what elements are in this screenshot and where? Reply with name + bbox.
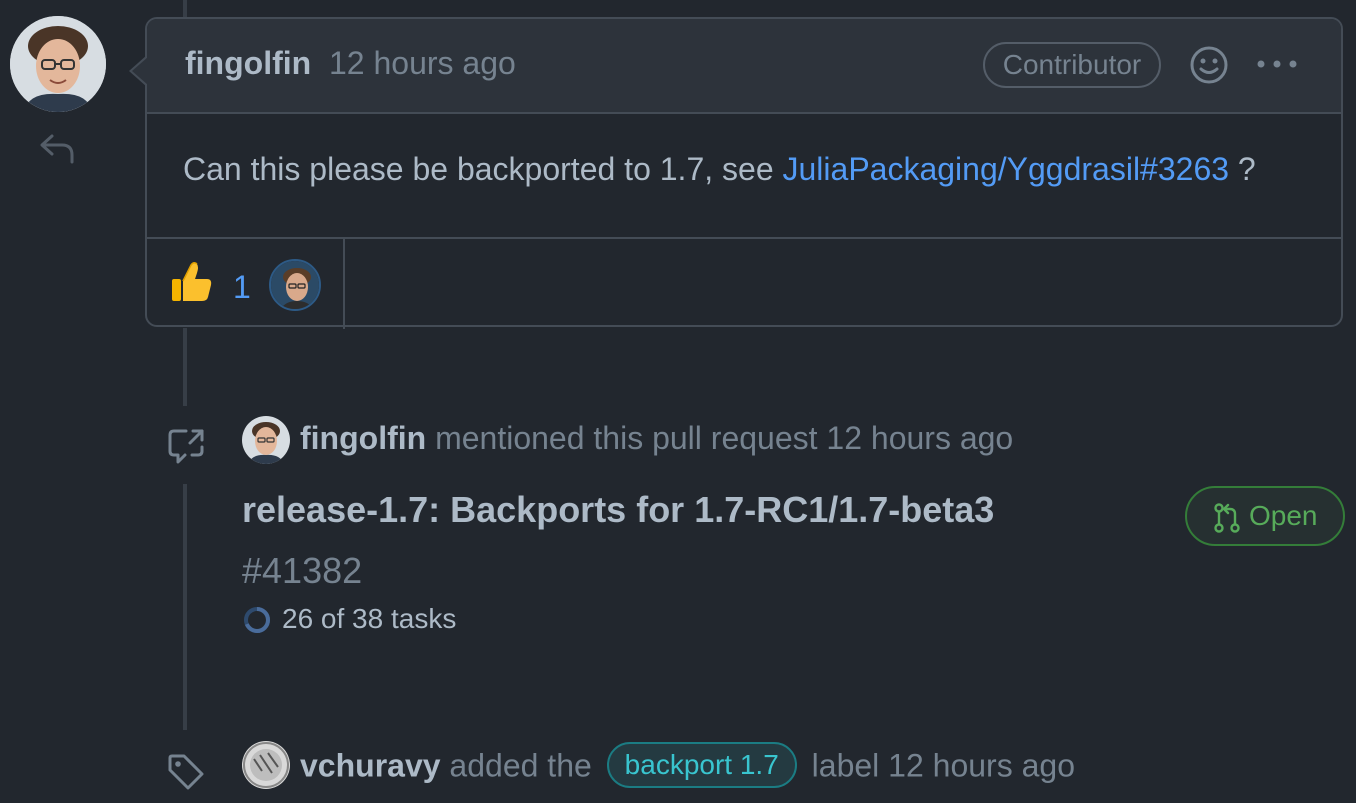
pr-status-text: Open	[1249, 500, 1318, 531]
task-count: 26 of 38 tasks	[282, 603, 457, 634]
task-progress-ring	[244, 607, 270, 633]
label-event-line: vchuravy added the backport 1.7 label 12…	[300, 742, 1075, 791]
comment-timestamp[interactable]: 12 hours ago	[329, 45, 516, 82]
comment-text-end: ?	[1229, 151, 1256, 187]
commenter-avatar[interactable]	[10, 16, 106, 112]
reply-icon[interactable]	[38, 132, 76, 166]
label-action: added the	[449, 747, 592, 784]
issue-link[interactable]: JuliaPackaging/Yggdrasil#3263	[783, 151, 1230, 187]
add-reaction-smiley-icon[interactable]	[1189, 45, 1229, 85]
reactions-divider	[345, 237, 1341, 239]
mention-action: mentioned this pull request	[435, 420, 818, 456]
label-actor-avatar[interactable]	[242, 741, 290, 789]
label-timestamp[interactable]: 12 hours ago	[888, 747, 1075, 783]
cross-reference-icon	[168, 429, 204, 464]
comment-author[interactable]: fingolfin	[185, 45, 311, 82]
pr-title-link[interactable]: release-1.7: Backports for 1.7-RC1/1.7-b…	[242, 489, 994, 531]
reaction-thumbs-up-button[interactable]: 1	[147, 237, 345, 329]
backport-label[interactable]: backport 1.7	[606, 742, 797, 788]
reactor-avatar[interactable]	[269, 259, 321, 311]
mention-actor[interactable]: fingolfin	[300, 420, 426, 456]
pull-request-icon	[1214, 503, 1240, 533]
timeline-line-top	[183, 0, 187, 18]
thumbs-up-icon	[172, 261, 212, 301]
mention-timestamp[interactable]: 12 hours ago	[826, 420, 1013, 456]
tag-icon	[168, 754, 204, 790]
comment-caret	[129, 55, 148, 87]
label-actor[interactable]: vchuravy	[300, 747, 441, 783]
comment-header: fingolfin 12 hours ago Contributor	[147, 19, 1341, 114]
pr-status-open-badge: Open	[1185, 486, 1345, 546]
reaction-count: 1	[233, 269, 251, 305]
more-options-icon[interactable]	[1255, 49, 1299, 79]
pr-number: #41382	[242, 550, 363, 591]
label-suffix: label	[811, 747, 880, 784]
timeline-line-middle	[183, 328, 187, 406]
comment-card: fingolfin 12 hours ago Contributor Can t…	[129, 17, 1343, 329]
comment-text: Can this please be backported to 1.7, se…	[183, 151, 783, 187]
mention-actor-avatar[interactable]	[242, 416, 290, 464]
contributor-badge: Contributor	[983, 42, 1161, 88]
comment-body: Can this please be backported to 1.7, se…	[183, 151, 1256, 188]
timeline-line-lower	[183, 484, 187, 730]
mention-event-line: fingolfin mentioned this pull request 12…	[300, 420, 1013, 457]
